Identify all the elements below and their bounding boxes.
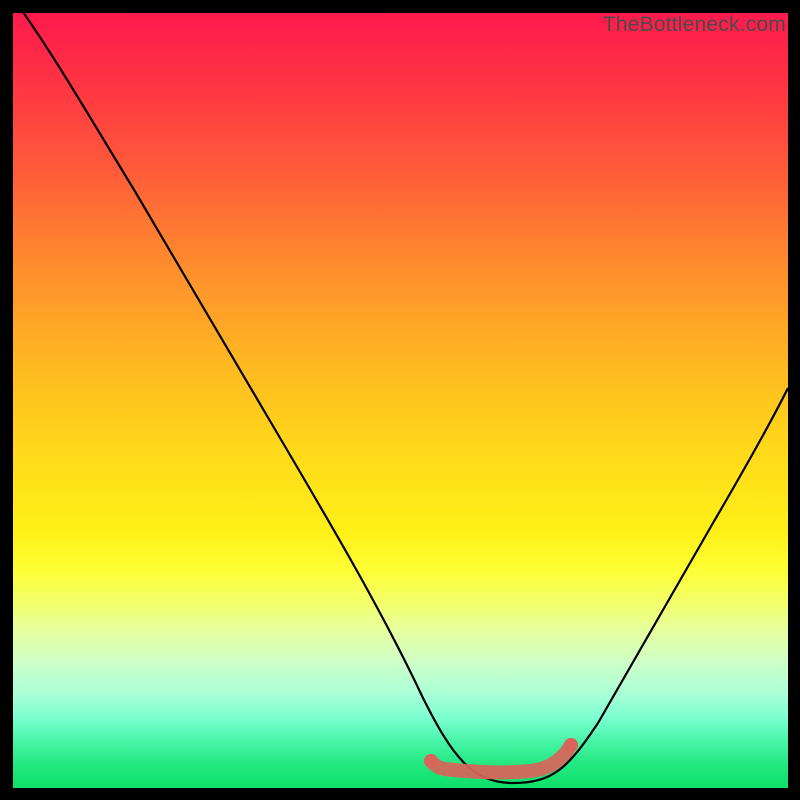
curve-line <box>13 13 788 783</box>
highlight-dot-left <box>424 754 438 768</box>
chart-plot <box>13 13 788 788</box>
chart-frame: TheBottleneck.com <box>13 13 788 788</box>
highlight-dot-right <box>564 738 578 752</box>
watermark-text: TheBottleneck.com <box>603 13 786 37</box>
